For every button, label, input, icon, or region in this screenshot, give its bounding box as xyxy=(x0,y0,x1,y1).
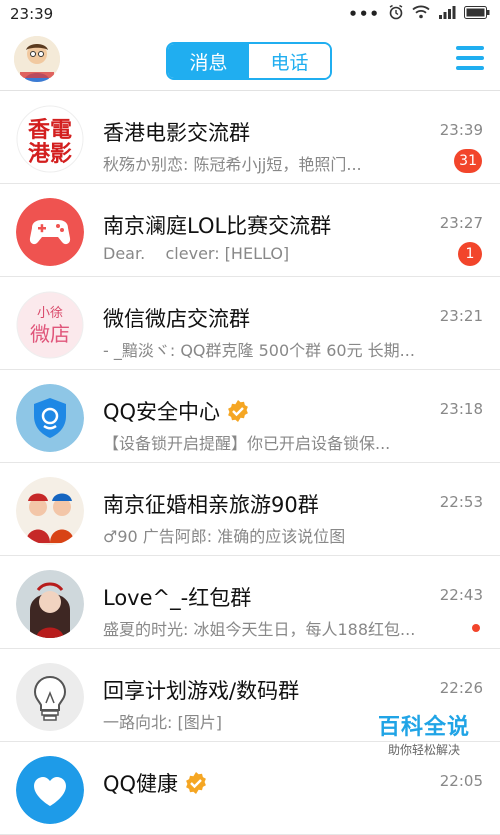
conversation-name: 回享计划游戏/数码群 xyxy=(103,679,300,703)
conversation-time: 23:18 xyxy=(439,400,483,418)
conversation-row[interactable]: 香電 港影 香港电影交流群 秋殇か别恋: 陈冠希小jj短，艳照门... 23:3… xyxy=(0,91,500,184)
status-time: 23:39 xyxy=(10,5,54,23)
verified-icon xyxy=(184,771,208,795)
opera-avatar xyxy=(16,477,84,545)
tab-calls[interactable]: 电话 xyxy=(249,44,330,78)
status-bar: 23:39 ••• xyxy=(0,0,500,28)
lightbulb-avatar xyxy=(16,663,84,731)
watermark-subtitle: 助你轻松解决 xyxy=(387,743,460,757)
conversation-row[interactable]: QQ安全中心 【设备锁开启提醒】你已开启设备锁保... 23:18 xyxy=(0,370,500,463)
conversation-name: Love^_-红包群 xyxy=(103,586,252,610)
message-call-switch: 消息 电话 xyxy=(166,42,332,80)
svg-text:港影: 港影 xyxy=(28,142,72,167)
menu-icon[interactable] xyxy=(456,46,484,70)
my-avatar[interactable] xyxy=(14,36,60,82)
conversation-preview: - _黯淡ヾ: QQ群克隆 500个群 60元 长期... xyxy=(103,341,415,360)
conversation-time: 23:39 xyxy=(439,121,483,139)
conversation-row[interactable]: 南京征婚相亲旅游90群 ♂90 广告阿郎: 准确的应该说位图 22:53 xyxy=(0,463,500,556)
svg-text:小徐: 小徐 xyxy=(37,306,63,321)
wifi-icon xyxy=(412,5,430,23)
svg-text:香電: 香電 xyxy=(28,118,72,143)
weidian-avatar: 小徐 微店 xyxy=(16,291,84,359)
shield-avatar xyxy=(16,384,84,452)
conversation-name: 微信微店交流群 xyxy=(103,307,250,331)
girl-avatar xyxy=(16,570,84,638)
conversation-time: 22:43 xyxy=(439,586,483,604)
battery-icon xyxy=(464,5,490,23)
status-icons: ••• xyxy=(348,4,490,24)
verified-icon xyxy=(226,399,250,423)
conversation-preview: 一路向北: [图片] xyxy=(103,713,222,732)
conversation-time: 23:21 xyxy=(439,307,483,325)
conversation-row[interactable]: 南京澜庭LOL比赛交流群 Dear. clever: [HELLO] 23:27… xyxy=(0,184,500,277)
unread-dot xyxy=(472,624,480,632)
watermark-title: 百科全说 xyxy=(377,715,470,740)
conversation-preview: ♂90 广告阿郎: 准确的应该说位图 xyxy=(103,527,346,546)
watermark-logo: 百科全说 助你轻松解决 xyxy=(378,709,470,758)
alarm-icon xyxy=(388,4,404,24)
app-header: 消息 电话 xyxy=(0,28,500,91)
hongkong-movie-avatar: 香電 港影 xyxy=(16,105,84,173)
conversation-row[interactable]: 小徐 微店 微信微店交流群 - _黯淡ヾ: QQ群克隆 500个群 60元 长期… xyxy=(0,277,500,370)
conversation-preview: 盛夏的时光: 冰姐今天生日，每人188红包... xyxy=(103,620,416,639)
gamepad-avatar xyxy=(16,198,84,266)
conversation-preview: 秋殇か别恋: 陈冠希小jj短，艳照门... xyxy=(103,155,362,174)
unread-badge: 1 xyxy=(458,242,482,266)
conversation-name: QQ安全中心 xyxy=(103,396,250,426)
conversation-time: 23:27 xyxy=(439,214,483,232)
health-avatar xyxy=(16,756,84,824)
conversation-time: 22:05 xyxy=(439,772,483,790)
signal-icon xyxy=(438,5,456,23)
conversation-time: 22:53 xyxy=(439,493,483,511)
tab-messages[interactable]: 消息 xyxy=(168,44,249,78)
unread-badge: 31 xyxy=(454,149,482,173)
svg-text:微店: 微店 xyxy=(30,322,70,346)
conversation-name: QQ健康 xyxy=(103,768,208,798)
conversation-time: 22:26 xyxy=(439,679,483,697)
conversation-name: 香港电影交流群 xyxy=(103,121,250,145)
conversation-preview: Dear. clever: [HELLO] xyxy=(103,244,290,263)
conversation-name: 南京澜庭LOL比赛交流群 xyxy=(103,214,332,238)
conversation-name: 南京征婚相亲旅游90群 xyxy=(103,493,319,517)
conversation-row[interactable]: Love^_-红包群 盛夏的时光: 冰姐今天生日，每人188红包... 22:4… xyxy=(0,556,500,649)
conversation-preview: 【设备锁开启提醒】你已开启设备锁保... xyxy=(103,434,391,453)
more-dots-icon: ••• xyxy=(348,5,380,23)
